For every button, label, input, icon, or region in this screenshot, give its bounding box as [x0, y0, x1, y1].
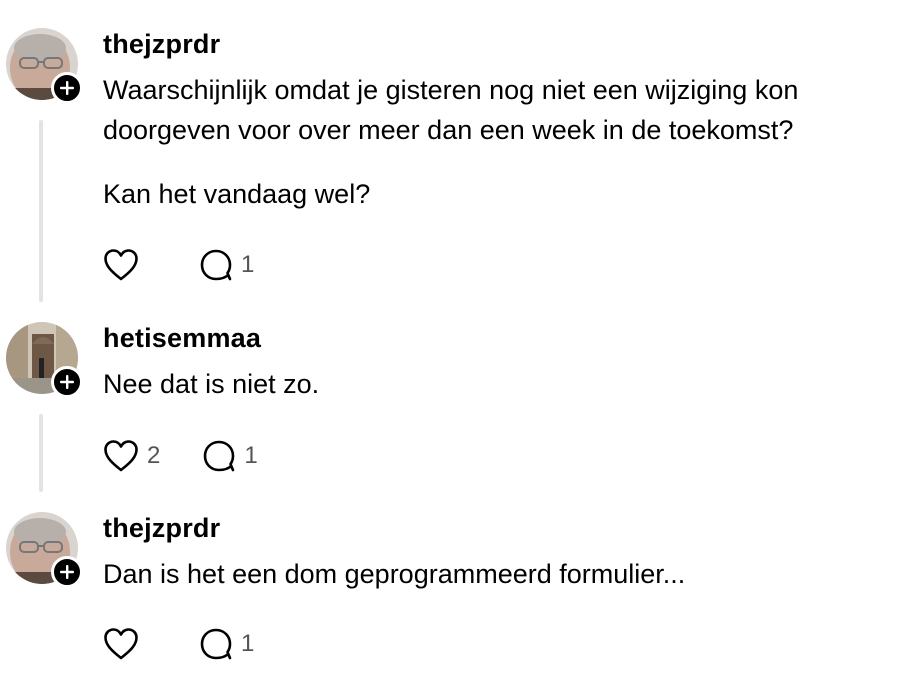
- post-actions: 2 1: [103, 438, 258, 474]
- follow-button[interactable]: [51, 366, 83, 398]
- heart-icon: [104, 249, 138, 281]
- avatar-container[interactable]: [6, 512, 83, 588]
- username[interactable]: hetisemmaa: [103, 322, 261, 354]
- like-button[interactable]: 2: [103, 438, 160, 474]
- thread-line: [39, 414, 43, 492]
- reply-button[interactable]: 1: [202, 438, 258, 474]
- heart-icon: [104, 440, 138, 472]
- reply-button[interactable]: 1: [199, 626, 254, 662]
- like-button[interactable]: [103, 627, 147, 661]
- post-actions: 1: [103, 247, 254, 283]
- plus-icon: [60, 565, 74, 579]
- thread-line: [39, 120, 43, 302]
- reply-count: 1: [241, 251, 255, 278]
- post-text: Waarschijnlijk omdat je gisteren nog nie…: [103, 75, 799, 145]
- reply-count: 1: [244, 442, 258, 469]
- heart-icon: [104, 628, 138, 660]
- plus-icon: [60, 81, 74, 95]
- post-3: thejzprdr Dan is het een dom geprogramme…: [0, 512, 910, 680]
- comment-icon: [200, 249, 232, 281]
- post-1: thejzprdr Waarschijnlijk omdat je gister…: [0, 28, 910, 308]
- post-actions: 1: [103, 626, 254, 662]
- like-count: 2: [147, 442, 161, 469]
- reply-button[interactable]: 1: [199, 247, 254, 283]
- comment-icon: [204, 440, 235, 472]
- username[interactable]: thejzprdr: [103, 28, 220, 60]
- avatar-container[interactable]: [6, 322, 83, 398]
- post-text: Nee dat is niet zo.: [103, 369, 320, 399]
- follow-button[interactable]: [51, 72, 83, 104]
- follow-button[interactable]: [51, 556, 83, 588]
- reply-count: 1: [241, 630, 255, 657]
- post-2: hetisemmaa Nee dat is niet zo. 2 1: [0, 322, 910, 498]
- username[interactable]: thejzprdr: [103, 512, 220, 544]
- comment-icon: [200, 628, 232, 660]
- plus-icon: [60, 375, 74, 389]
- avatar-container[interactable]: [6, 28, 83, 104]
- post-text: Kan het vandaag wel?: [103, 179, 371, 209]
- like-button[interactable]: [103, 248, 147, 282]
- post-text: Dan is het een dom geprogrammeerd formul…: [103, 559, 686, 589]
